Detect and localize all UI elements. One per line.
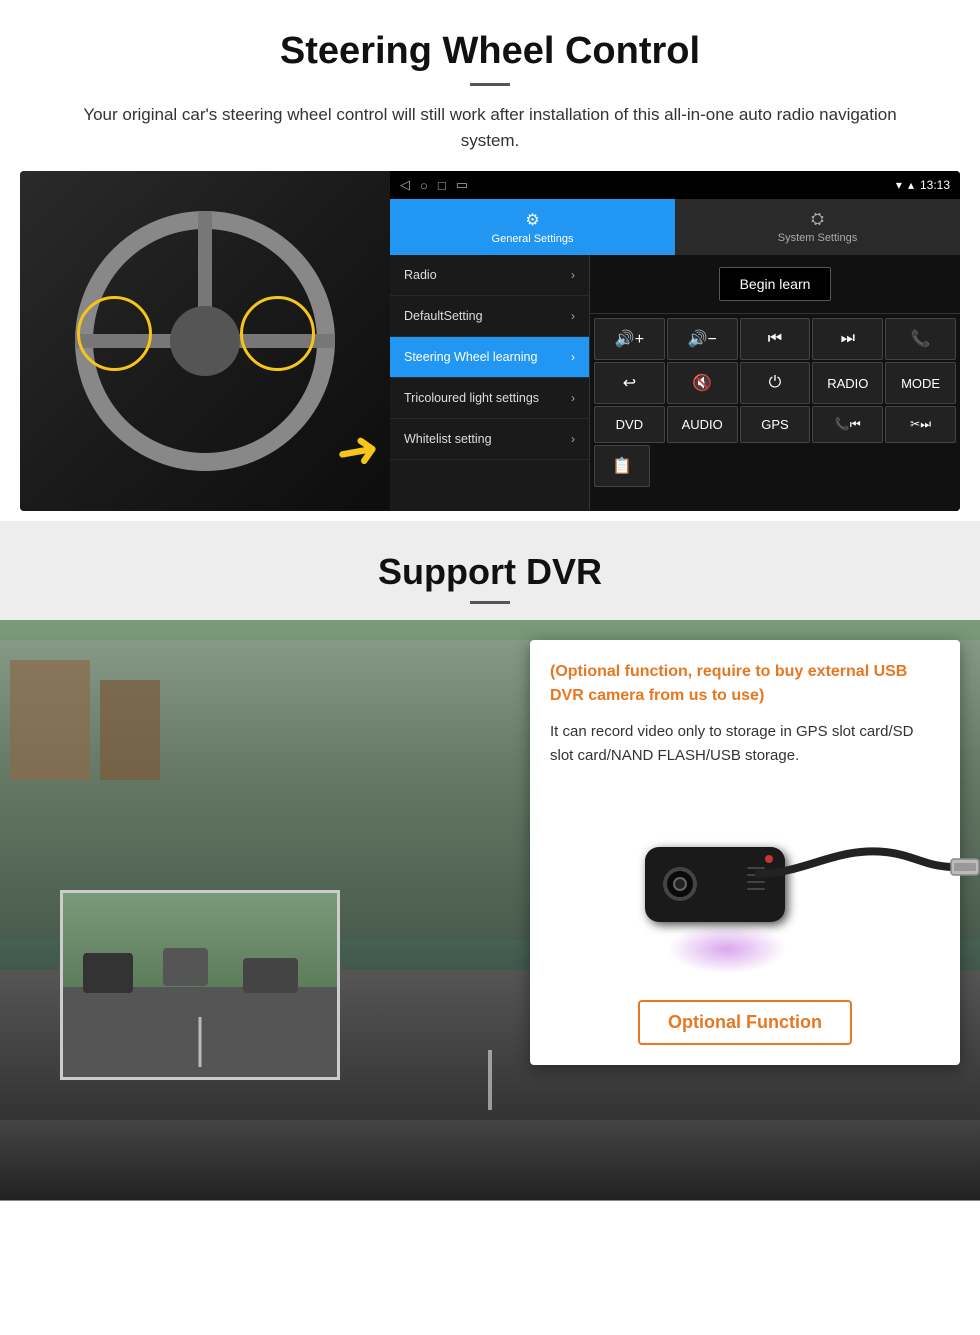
arrow-icon: ➜ xyxy=(332,418,385,485)
building-2 xyxy=(100,680,160,780)
tab-system-settings[interactable]: ⛭ System Settings xyxy=(675,199,960,255)
radio-button[interactable]: RADIO xyxy=(812,362,883,404)
camera-body-group xyxy=(645,847,785,922)
nav-menu-icon[interactable]: ▭ xyxy=(456,177,468,193)
menu-item-tricoloured-label: Tricoloured light settings xyxy=(404,391,539,405)
menu-item-whitelist-label: Whitelist setting xyxy=(404,432,492,446)
dvd-button[interactable]: DVD xyxy=(594,406,665,443)
next-button[interactable]: ⏭ xyxy=(812,318,883,360)
section2-title-area: Support DVR xyxy=(0,521,980,620)
audio-button[interactable]: AUDIO xyxy=(667,406,738,443)
android-menu: Radio › DefaultSetting › Steering Wheel … xyxy=(390,255,590,511)
chevron-icon: › xyxy=(571,268,575,282)
ctrl-row-2: ↩ 🔇 ⏻ RADIO MODE xyxy=(594,362,956,404)
optional-function-button[interactable]: Optional Function xyxy=(638,1000,852,1045)
sw-center xyxy=(170,306,240,376)
vol-down-button[interactable]: 🔊− xyxy=(667,318,738,360)
inset-lane xyxy=(199,1017,202,1067)
ctrl-row-3: DVD AUDIO GPS 📞⏮ ✂⏭ xyxy=(594,406,956,443)
ctrl-row-1: 🔊+ 🔊− ⏮ ⏭ 📞 xyxy=(594,318,956,360)
control-grid: 🔊+ 🔊− ⏮ ⏭ 📞 ↩ 🔇 ⏻ RADIO MODE xyxy=(590,314,960,491)
dashboard-bottom xyxy=(0,1120,980,1200)
ctrl-row-4: 📋 xyxy=(594,445,956,487)
menu-item-radio[interactable]: Radio › xyxy=(390,255,589,296)
dvr-info-body: It can record video only to storage in G… xyxy=(550,720,940,768)
wifi-icon: ▾ xyxy=(896,178,902,192)
signal-icon: ▴ xyxy=(908,178,914,192)
chevron-icon: › xyxy=(571,309,575,323)
nav-back-icon[interactable]: ◁ xyxy=(400,177,410,193)
section-steering-wheel: Steering Wheel Control Your original car… xyxy=(0,0,980,153)
phone-prev-button[interactable]: 📞⏮ xyxy=(812,406,883,443)
section1-title: Steering Wheel Control xyxy=(40,30,940,73)
vehicle-2 xyxy=(163,948,208,986)
sw-highlight-left xyxy=(77,296,152,371)
android-tabs: ⚙ General Settings ⛭ System Settings xyxy=(390,199,960,255)
android-statusbar: ◁ ○ □ ▭ ▾ ▴ 13:13 xyxy=(390,171,960,199)
steering-wheel-graphic xyxy=(65,201,345,481)
android-ui: ◁ ○ □ ▭ ▾ ▴ 13:13 ⚙ General Settings ⛭ S… xyxy=(390,171,960,511)
dvr-optional-text: (Optional function, require to buy exter… xyxy=(550,660,940,708)
extra-button[interactable]: 📋 xyxy=(594,445,650,487)
steering-photo: ➜ xyxy=(20,171,390,511)
chevron-icon: › xyxy=(571,350,575,364)
camera-lens-inner xyxy=(673,877,687,891)
dvr-body: (Optional function, require to buy exter… xyxy=(0,620,980,1200)
section2-divider xyxy=(470,601,510,604)
phone-button[interactable]: 📞 xyxy=(885,318,956,360)
status-time: 13:13 xyxy=(920,178,950,192)
menu-item-whitelist[interactable]: Whitelist setting › xyxy=(390,419,589,460)
gear-icon: ⚙ xyxy=(525,210,539,230)
menu-item-tricoloured[interactable]: Tricoloured light settings › xyxy=(390,378,589,419)
menu-item-radio-label: Radio xyxy=(404,268,437,282)
menu-item-steering-label: Steering Wheel learning xyxy=(404,350,537,364)
section-dvr: Support DVR xyxy=(0,521,980,1201)
cut-next-button[interactable]: ✂⏭ xyxy=(885,406,956,443)
dvr-info-panel: (Optional function, require to buy exter… xyxy=(530,640,960,1065)
section1-description: Your original car's steering wheel contr… xyxy=(60,102,920,153)
tab-system-label: System Settings xyxy=(778,232,857,244)
nav-recent-icon[interactable]: □ xyxy=(438,178,446,193)
mode-button[interactable]: MODE xyxy=(885,362,956,404)
menu-item-default-setting[interactable]: DefaultSetting › xyxy=(390,296,589,337)
lane-mark xyxy=(488,1050,492,1110)
begin-learn-button[interactable]: Begin learn xyxy=(719,267,832,301)
system-icon: ⛭ xyxy=(811,211,824,229)
vehicle-1 xyxy=(83,953,133,993)
dvr-camera-illustration xyxy=(550,784,940,984)
section1-divider xyxy=(470,83,510,86)
sw-highlight-right xyxy=(240,296,315,371)
vehicle-3 xyxy=(243,958,298,993)
mute-button[interactable]: 🔇 xyxy=(667,362,738,404)
section2-title: Support DVR xyxy=(0,551,980,593)
camera-cable xyxy=(755,837,980,917)
prev-button[interactable]: ⏮ xyxy=(740,318,811,360)
nav-home-icon[interactable]: ○ xyxy=(420,178,428,193)
begin-learn-row: Begin learn xyxy=(590,255,960,314)
android-controls: Begin learn 🔊+ 🔊− ⏮ ⏭ 📞 xyxy=(590,255,960,511)
gps-button[interactable]: GPS xyxy=(740,406,811,443)
back-button[interactable]: ↩ xyxy=(594,362,665,404)
camera-lens xyxy=(663,867,697,901)
dvr-inset-view xyxy=(60,890,340,1080)
chevron-icon: › xyxy=(571,432,575,446)
menu-item-default-label: DefaultSetting xyxy=(404,309,483,323)
tab-general-settings[interactable]: ⚙ General Settings xyxy=(390,199,675,255)
android-content: Radio › DefaultSetting › Steering Wheel … xyxy=(390,255,960,511)
chevron-icon: › xyxy=(571,391,575,405)
building-1 xyxy=(10,660,90,780)
vol-up-button[interactable]: 🔊+ xyxy=(594,318,665,360)
power-button[interactable]: ⏻ xyxy=(740,362,811,404)
tab-general-label: General Settings xyxy=(492,233,574,245)
glow-effect xyxy=(667,924,787,974)
steering-mockup: ➜ ◁ ○ □ ▭ ▾ ▴ 13:13 ⚙ Genera xyxy=(20,171,960,511)
menu-item-steering-wheel[interactable]: Steering Wheel learning › xyxy=(390,337,589,378)
